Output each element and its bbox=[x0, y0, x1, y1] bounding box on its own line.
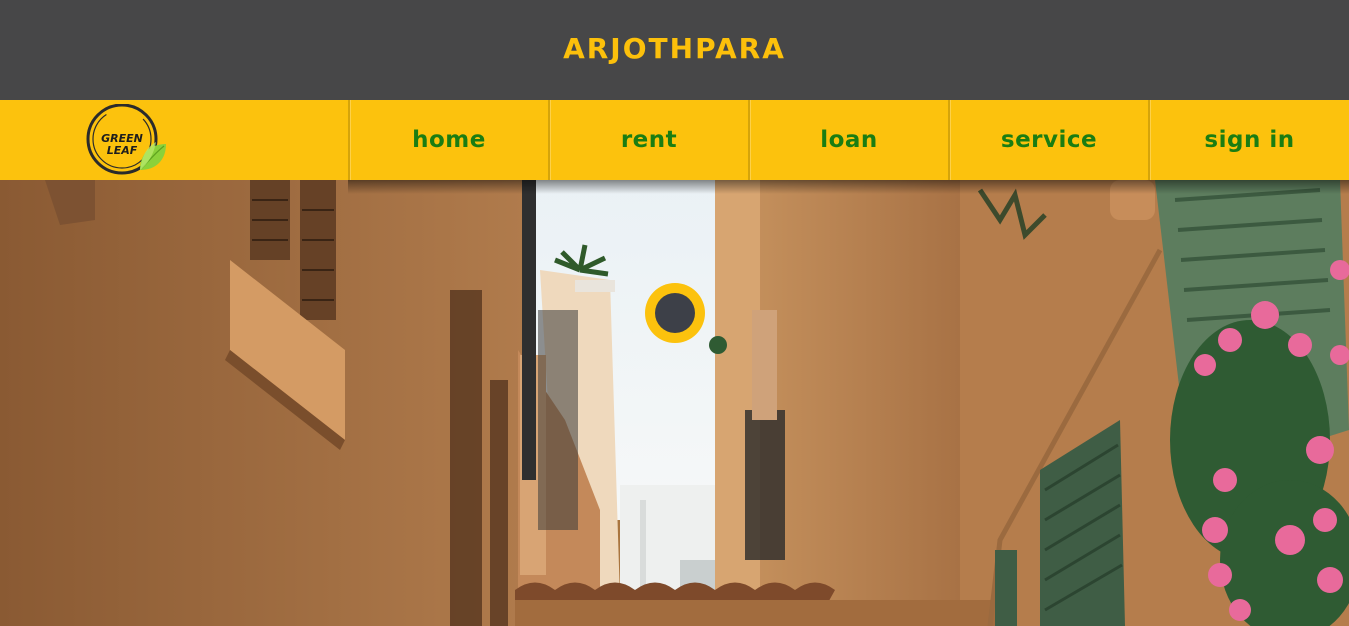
loading-spinner-core bbox=[655, 293, 695, 333]
nav-label-home: home bbox=[412, 127, 486, 153]
site-title: ARJOTHPARA bbox=[563, 31, 786, 65]
green-leaf-logo[interactable]: GREEN LEAF bbox=[84, 103, 186, 178]
narrow-alley-photo bbox=[0, 180, 1349, 626]
hero-image bbox=[0, 180, 1349, 626]
nav-item-service[interactable]: service bbox=[948, 100, 1148, 180]
leaf-icon: GREEN LEAF bbox=[86, 103, 166, 175]
nav-label-loan: loan bbox=[820, 127, 878, 153]
loading-spinner-icon bbox=[645, 283, 705, 343]
nav-shadow bbox=[348, 180, 1349, 194]
logo-text-line2: LEAF bbox=[107, 144, 138, 157]
nav-item-rent[interactable]: rent bbox=[548, 100, 748, 180]
nav-label-sign-in: sign in bbox=[1204, 127, 1295, 153]
nav-menu: home rent loan service sign in bbox=[348, 100, 1349, 180]
nav-item-home[interactable]: home bbox=[348, 100, 548, 180]
nav-label-rent: rent bbox=[620, 127, 678, 153]
nav-item-loan[interactable]: loan bbox=[748, 100, 948, 180]
nav-label-service: service bbox=[1000, 127, 1098, 153]
nav-item-sign-in[interactable]: sign in bbox=[1148, 100, 1349, 180]
top-header: ARJOTHPARA bbox=[0, 0, 1349, 100]
nav-bar: GREEN LEAF home rent loan service sign i… bbox=[0, 100, 1349, 180]
